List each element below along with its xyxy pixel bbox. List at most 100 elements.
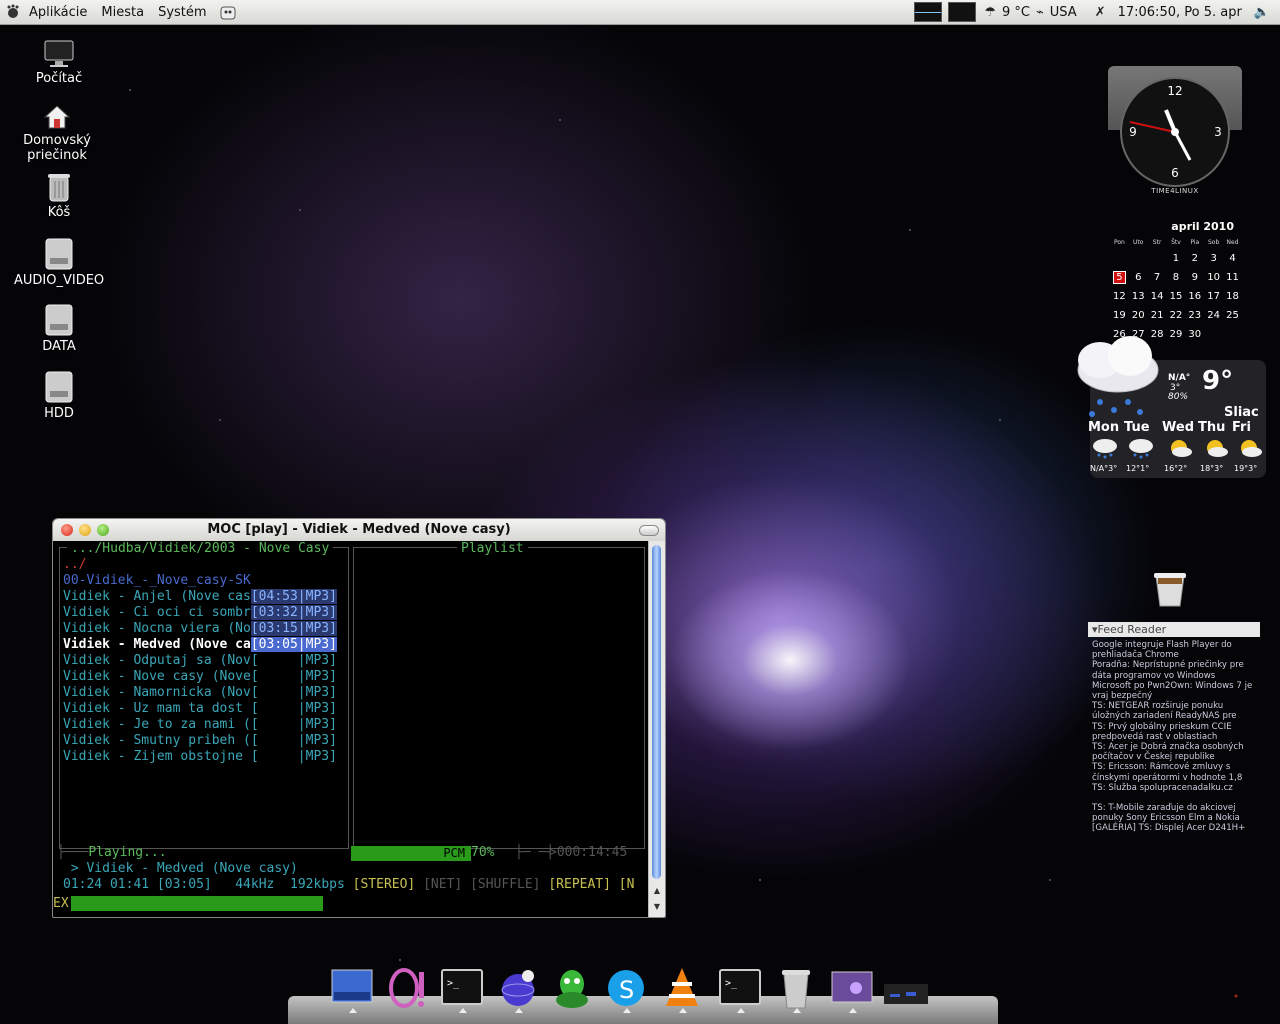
network-plug-icon[interactable]: ⌁ <box>1036 5 1044 20</box>
calendar-day[interactable]: 21 <box>1148 306 1167 325</box>
calendar-day[interactable]: 10 <box>1204 268 1223 287</box>
calendar-day[interactable]: 9 <box>1185 268 1204 287</box>
calendar-day[interactable]: 18 <box>1223 287 1242 306</box>
desktop-icon-audio-video[interactable]: AUDIO_VIDEO <box>14 238 104 288</box>
calendar-day[interactable]: 3 <box>1204 249 1223 268</box>
feed-reader-widget[interactable]: ▾Feed Reader Google integruje Flash Play… <box>1088 622 1260 867</box>
playlist-file-row[interactable]: Vidiek - Anjel (Nove cas[04:53|MP3] <box>63 589 337 605</box>
feed-item[interactable]: Poradňa: Neprístupné priečinky pre dáta … <box>1088 660 1260 680</box>
playlist-file-row[interactable]: Vidiek - Je to za nami ([ |MP3] <box>63 717 337 733</box>
calendar-day[interactable]: 22 <box>1167 306 1186 325</box>
dock-item[interactable] <box>496 966 540 1013</box>
calendar-day[interactable]: 23 <box>1185 306 1204 325</box>
dock-item[interactable] <box>386 966 430 1010</box>
terminal-content[interactable]: .../Hudba/Vidiek/2003 - Nove Casy Playli… <box>53 541 649 917</box>
dock-item[interactable] <box>330 966 374 1013</box>
weather-temp[interactable]: 9 °C <box>1002 5 1030 20</box>
trash-icon <box>48 174 70 202</box>
playlist-file-row[interactable]: Vidiek - Smutny pribeh ([ |MP3] <box>63 733 337 749</box>
feed-item[interactable]: TS: Služba spolupracenadalku.cz <box>1088 783 1260 793</box>
calendar-day[interactable]: 15 <box>1167 287 1186 306</box>
scroll-up-arrow[interactable]: ▲ <box>651 885 663 897</box>
calendar-widget[interactable]: april 2010 Pon Uto Str Štv Pia Sob Ned 1234567… <box>1110 220 1242 344</box>
calendar-day[interactable]: 11 <box>1223 268 1242 287</box>
scroll-down-arrow[interactable]: ▼ <box>651 901 663 913</box>
desktop-icon-trash[interactable]: Kôš <box>14 172 104 220</box>
launcher-icon[interactable] <box>218 2 238 22</box>
calendar-day[interactable]: 6 <box>1129 268 1148 287</box>
calendar-day[interactable]: 1 <box>1167 249 1186 268</box>
clock-widget[interactable]: 12 3 6 9 TIME4LINUX <box>1108 66 1242 206</box>
menu-system[interactable]: Systém <box>151 5 213 20</box>
calendar-day[interactable]: 2 <box>1185 249 1204 268</box>
window-title-bar[interactable]: MOC [play] - Vidiek - Medved (Nove casy) <box>53 519 665 541</box>
minimize-button[interactable] <box>79 524 91 536</box>
close-button[interactable] <box>61 524 73 536</box>
calendar-day[interactable]: 25 <box>1223 306 1242 325</box>
dock-item[interactable]: >_ <box>440 966 484 1013</box>
dock-item[interactable] <box>774 966 818 1013</box>
playlist-file-row[interactable]: Vidiek - Zijem obstojne [ |MP3] <box>63 749 337 765</box>
feed-item[interactable]: TS: T-Mobile zaraďuje do akciovej ponuky… <box>1088 803 1260 823</box>
desktop-icon-computer[interactable]: Počítač <box>14 40 104 86</box>
feed-item[interactable]: Google integruje Flash Player do prehlia… <box>1088 640 1260 660</box>
playback-progress-bar[interactable] <box>71 896 323 911</box>
calendar-day[interactable]: 16 <box>1185 287 1204 306</box>
calendar-day[interactable]: 12 <box>1110 287 1129 306</box>
scroll-thumb[interactable] <box>652 545 661 879</box>
calendar-day[interactable]: 13 <box>1129 287 1148 306</box>
calendar-day[interactable]: 14 <box>1148 287 1167 306</box>
network-monitor-icon[interactable] <box>914 2 943 22</box>
feed-item[interactable]: TS: Ericsson: Rámcové zmluvy s čínskymi … <box>1088 762 1260 782</box>
parent-directory[interactable]: ../ <box>63 557 86 573</box>
maximize-button[interactable] <box>97 524 109 536</box>
desktop-icon-home[interactable]: Domovský prie­činok <box>12 104 102 163</box>
calendar-day[interactable]: 24 <box>1204 306 1223 325</box>
playlist-file-row[interactable]: Vidiek - Odputaj sa (Nov[ |MP3] <box>63 653 337 669</box>
desktop-icon-data[interactable]: DATA <box>14 304 104 354</box>
playlist-file-row[interactable]: Vidiek - Nocna viera (No[03:15|MP3] <box>63 621 337 637</box>
volume-bar[interactable]: PCM <box>351 846 471 861</box>
calendar-day[interactable]: 19 <box>1110 306 1129 325</box>
dock-item[interactable] <box>550 966 594 1010</box>
feed-item[interactable]: TS: Prvý globálny prieskum CCIE predpove… <box>1088 722 1260 742</box>
tools-icon[interactable]: ✗ <box>1095 5 1106 20</box>
calendar-day[interactable]: 8 <box>1167 268 1186 287</box>
terminal-scrollbar[interactable]: ▲ ▼ <box>648 541 665 917</box>
shade-button[interactable] <box>639 525 659 536</box>
moc-terminal-window[interactable]: MOC [play] - Vidiek - Medved (Nove casy)… <box>52 518 666 918</box>
feed-item[interactable]: Microsoft po Pwn2Own: Windows 7 je vraj … <box>1088 681 1260 701</box>
playlist-file-row[interactable]: Vidiek - Uz mam ta dost [ |MP3] <box>63 701 337 717</box>
dock-item[interactable] <box>884 966 928 1010</box>
playlist-file-row[interactable]: Vidiek - Namornicka (Nov[ |MP3] <box>63 685 337 701</box>
weather-widget[interactable]: N/A° 3° 80% 9° Sliac Mon N/A°3° Tue 12°1° We… <box>1070 330 1270 480</box>
feed-reader-title[interactable]: ▾Feed Reader <box>1088 622 1260 637</box>
feed-item[interactable]: [GALÉRIA] TS: Displej Acer D241H+ <box>1088 823 1260 833</box>
folder-entry[interactable]: 00-Vidiek_-_Nove_casy-SK <box>63 573 251 589</box>
menu-applications[interactable]: Aplikácie <box>22 5 94 20</box>
dock-item[interactable]: >_ <box>718 966 762 1013</box>
calendar-day[interactable]: 20 <box>1129 306 1148 325</box>
desktop-icon-hdd[interactable]: HDD <box>14 371 104 421</box>
dock-item[interactable] <box>660 966 704 1013</box>
volume-icon[interactable]: 🔈 <box>1254 5 1270 20</box>
calendar-day[interactable]: 17 <box>1204 287 1223 306</box>
playlist-file-row[interactable]: Vidiek - Ci oci ci sombr[03:32|MP3] <box>63 605 337 621</box>
calendar-day[interactable]: 4 <box>1223 249 1242 268</box>
gnome-foot-icon[interactable] <box>6 4 22 20</box>
playlist-file-row[interactable]: Vidiek - Medved (Nove ca[03:05|MP3] <box>63 637 337 653</box>
feed-item[interactable]: TS: NETGEAR rozširuje ponuku úložných za… <box>1088 701 1260 721</box>
menu-places[interactable]: Miesta <box>94 5 151 20</box>
clock-text[interactable]: 17:06:50, Po 5. apr <box>1118 5 1242 20</box>
calendar-day[interactable]: 5 <box>1110 268 1129 287</box>
feed-item[interactable]: TS: Acer je Dobrá značka osobných počíta… <box>1088 742 1260 762</box>
trash-applet[interactable] <box>1150 570 1190 614</box>
calendar-title: april 2010 <box>1171 220 1234 233</box>
keyboard-layout[interactable]: USA <box>1050 5 1077 20</box>
cpu-monitor-icon[interactable] <box>948 2 977 22</box>
dock-item[interactable] <box>830 966 874 1013</box>
calendar-day[interactable]: 7 <box>1148 268 1167 287</box>
dock-item[interactable]: S <box>604 966 648 1013</box>
weather-icon[interactable]: ☂ <box>984 5 996 20</box>
playlist-file-row[interactable]: Vidiek - Nove casy (Nove[ |MP3] <box>63 669 337 685</box>
